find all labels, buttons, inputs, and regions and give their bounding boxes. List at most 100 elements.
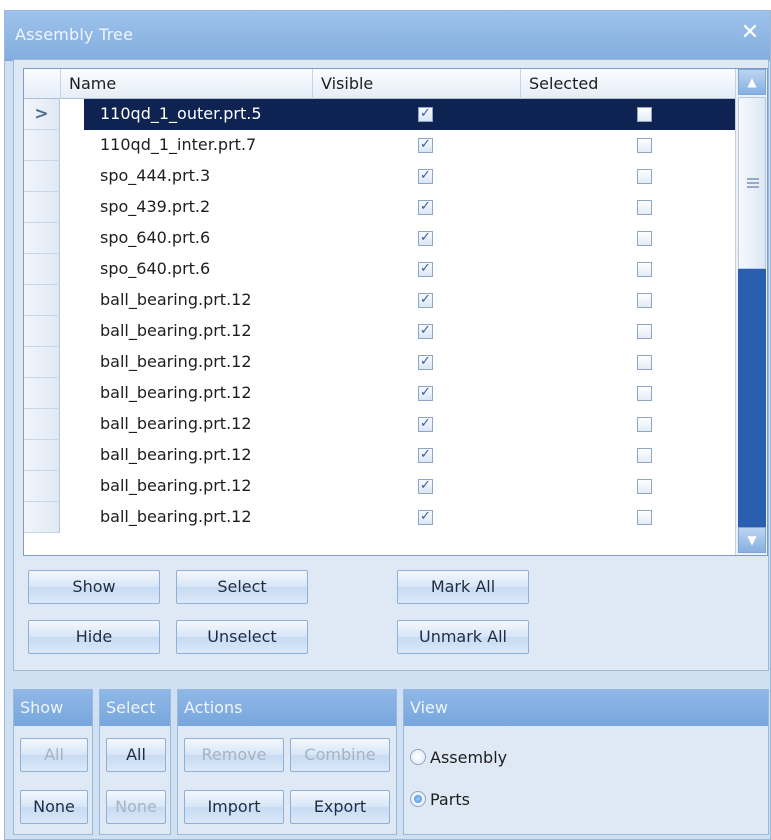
table-row[interactable]: ball_bearing.prt.12 ✓	[24, 471, 736, 502]
part-name-cell[interactable]: spo_444.prt.3	[84, 161, 314, 192]
selected-checkbox[interactable]	[637, 479, 652, 494]
part-name-cell[interactable]: ball_bearing.prt.12	[84, 471, 314, 502]
column-header-name[interactable]: Name	[60, 69, 312, 99]
selected-checkbox[interactable]	[637, 262, 652, 277]
scroll-thumb[interactable]	[738, 97, 766, 269]
part-name-cell[interactable]: ball_bearing.prt.12	[84, 409, 314, 440]
visible-checkbox[interactable]: ✓	[418, 262, 433, 277]
visible-checkbox[interactable]: ✓	[418, 138, 433, 153]
table-row[interactable]: ball_bearing.prt.12 ✓	[24, 285, 736, 316]
part-name-cell[interactable]: ball_bearing.prt.12	[84, 347, 314, 378]
assembly-radio-button[interactable]	[410, 749, 426, 765]
selected-checkbox[interactable]	[637, 200, 652, 215]
row-indicator[interactable]	[24, 471, 60, 502]
part-name-cell[interactable]: spo_640.prt.6	[84, 223, 314, 254]
parts-radio-button[interactable]	[410, 791, 426, 807]
row-checkbox-area	[314, 471, 736, 502]
show-all-button[interactable]: All	[20, 738, 88, 772]
table-row[interactable]: ball_bearing.prt.12 ✓	[24, 378, 736, 409]
row-indicator[interactable]	[24, 440, 60, 471]
row-indicator[interactable]	[24, 409, 60, 440]
row-indicator[interactable]	[24, 130, 60, 161]
table-row[interactable]: spo_444.prt.3 ✓	[24, 161, 736, 192]
part-name-cell[interactable]: ball_bearing.prt.12	[84, 440, 314, 471]
table-row[interactable]: spo_439.prt.2 ✓	[24, 192, 736, 223]
parts-radio-option[interactable]: Parts	[410, 788, 470, 810]
table-row[interactable]: ball_bearing.prt.12 ✓	[24, 409, 736, 440]
row-indicator[interactable]	[24, 285, 60, 316]
selected-checkbox[interactable]	[637, 448, 652, 463]
column-header-visible[interactable]: Visible	[312, 69, 520, 99]
table-row[interactable]: ball_bearing.prt.12 ✓	[24, 347, 736, 378]
row-indicator[interactable]	[24, 316, 60, 347]
export-button[interactable]: Export	[290, 790, 390, 824]
unselect-button[interactable]: Unselect	[176, 620, 308, 654]
selected-checkbox[interactable]	[637, 293, 652, 308]
visible-checkbox[interactable]: ✓	[418, 324, 433, 339]
visible-checkbox[interactable]: ✓	[418, 479, 433, 494]
row-indicator[interactable]	[24, 161, 60, 192]
visible-checkbox[interactable]: ✓	[418, 169, 433, 184]
visible-checkbox[interactable]: ✓	[418, 417, 433, 432]
selected-checkbox[interactable]	[637, 169, 652, 184]
selected-checkbox[interactable]	[637, 510, 652, 525]
row-indicator[interactable]	[24, 378, 60, 409]
part-name-cell[interactable]: spo_640.prt.6	[84, 254, 314, 285]
table-row[interactable]: >110qd_1_outer.prt.5 ✓	[24, 99, 736, 130]
visible-checkbox[interactable]: ✓	[418, 200, 433, 215]
scroll-down-icon[interactable]: ▼	[738, 527, 766, 553]
part-name-cell[interactable]: spo_439.prt.2	[84, 192, 314, 223]
vertical-scrollbar[interactable]: ▲ ▼	[735, 69, 767, 555]
selected-checkbox[interactable]	[637, 355, 652, 370]
scroll-up-icon[interactable]: ▲	[738, 69, 766, 95]
part-name-cell[interactable]: ball_bearing.prt.12	[84, 285, 314, 316]
row-indicator[interactable]	[24, 347, 60, 378]
visible-checkbox[interactable]: ✓	[418, 107, 433, 122]
assembly-radio-option[interactable]: Assembly	[410, 746, 507, 768]
selected-checkbox[interactable]	[637, 417, 652, 432]
selected-checkbox[interactable]	[637, 324, 652, 339]
row-indicator[interactable]	[24, 223, 60, 254]
row-indicator[interactable]	[24, 502, 60, 533]
scroll-track[interactable]	[738, 269, 766, 527]
part-name-cell[interactable]: ball_bearing.prt.12	[84, 502, 314, 533]
visible-checkbox[interactable]: ✓	[418, 293, 433, 308]
visible-checkbox[interactable]: ✓	[418, 355, 433, 370]
mark-all-button[interactable]: Mark All	[397, 570, 529, 604]
select-none-button[interactable]: None	[106, 790, 166, 824]
remove-button[interactable]: Remove	[184, 738, 284, 772]
close-icon[interactable]: ✕	[738, 21, 762, 45]
row-indicator[interactable]: >	[24, 99, 60, 130]
unmark-all-button[interactable]: Unmark All	[397, 620, 529, 654]
table-row[interactable]: 110qd_1_inter.prt.7 ✓	[24, 130, 736, 161]
part-name-cell[interactable]: 110qd_1_outer.prt.5	[84, 99, 314, 130]
visible-checkbox[interactable]: ✓	[418, 448, 433, 463]
select-button[interactable]: Select	[176, 570, 308, 604]
selected-checkbox[interactable]	[637, 386, 652, 401]
hide-button[interactable]: Hide	[28, 620, 160, 654]
visible-checkbox[interactable]: ✓	[418, 386, 433, 401]
table-row[interactable]: ball_bearing.prt.12 ✓	[24, 440, 736, 471]
selected-checkbox[interactable]	[637, 138, 652, 153]
column-header-selected[interactable]: Selected	[520, 69, 736, 99]
visible-checkbox[interactable]: ✓	[418, 510, 433, 525]
visible-checkbox[interactable]: ✓	[418, 231, 433, 246]
select-all-button[interactable]: All	[106, 738, 166, 772]
part-name-cell[interactable]: 110qd_1_inter.prt.7	[84, 130, 314, 161]
import-button[interactable]: Import	[184, 790, 284, 824]
selected-checkbox[interactable]	[637, 231, 652, 246]
row-checkbox-area	[314, 285, 736, 316]
table-row[interactable]: ball_bearing.prt.12 ✓	[24, 316, 736, 347]
selected-checkbox[interactable]	[637, 107, 652, 122]
show-button[interactable]: Show	[28, 570, 160, 604]
combine-button[interactable]: Combine	[290, 738, 390, 772]
part-name-cell[interactable]: ball_bearing.prt.12	[84, 316, 314, 347]
title-bar[interactable]: Assembly Tree ✕	[5, 11, 770, 61]
row-indicator[interactable]	[24, 192, 60, 223]
table-row[interactable]: ball_bearing.prt.12 ✓	[24, 502, 736, 533]
row-indicator[interactable]	[24, 254, 60, 285]
show-none-button[interactable]: None	[20, 790, 88, 824]
part-name-cell[interactable]: ball_bearing.prt.12	[84, 378, 314, 409]
table-row[interactable]: spo_640.prt.6 ✓	[24, 254, 736, 285]
table-row[interactable]: spo_640.prt.6 ✓	[24, 223, 736, 254]
